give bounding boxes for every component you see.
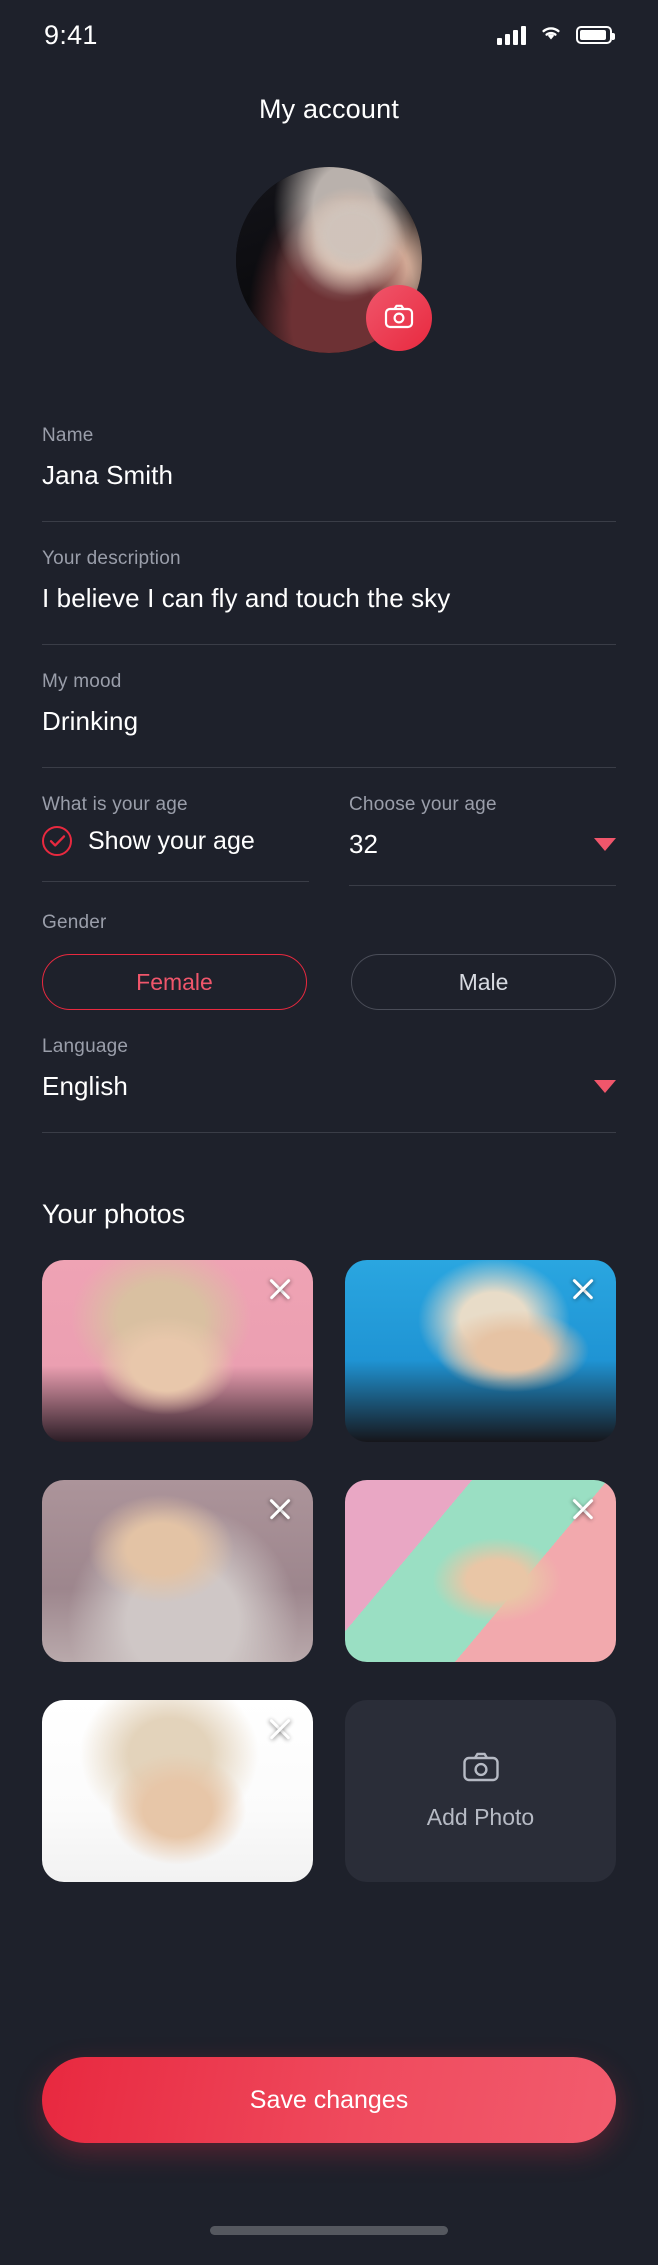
photos-section-title: Your photos [42, 1199, 186, 1229]
status-bar: 9:41 [0, 0, 658, 70]
field-choose-age-label: Choose your age [349, 794, 497, 815]
battery-icon [576, 26, 615, 44]
age-select[interactable]: 32 [349, 829, 616, 860]
close-x-icon[interactable] [568, 1494, 598, 1524]
change-avatar-button[interactable] [366, 285, 432, 351]
field-name-label: Name [42, 425, 94, 446]
field-language[interactable]: Language English [42, 1010, 616, 1133]
gender-option-male[interactable]: Male [351, 954, 616, 1010]
field-choose-age[interactable]: Choose your age 32 [349, 794, 616, 886]
page-title: My account [258, 94, 400, 124]
photo-tile[interactable] [42, 1480, 313, 1662]
language-select[interactable]: English [42, 1071, 616, 1102]
age-select-value: 32 [349, 829, 378, 859]
close-x-icon[interactable] [265, 1714, 295, 1744]
photo-tile[interactable] [345, 1480, 616, 1662]
close-x-icon[interactable] [265, 1274, 295, 1304]
field-show-age-label: What is your age [42, 794, 188, 815]
status-time: 9:41 [44, 19, 98, 50]
show-age-checkbox[interactable]: Show your age [42, 826, 309, 856]
gender-options: Female Male [42, 954, 616, 1010]
field-description-label: Your description [42, 548, 181, 569]
caret-down-icon[interactable] [594, 838, 616, 851]
caret-down-icon[interactable] [594, 1080, 616, 1093]
field-gender-label: Gender [42, 912, 107, 933]
show-age-label: Show your age [88, 826, 255, 855]
field-mood[interactable]: My mood Drinking [42, 645, 616, 768]
divider [42, 1132, 616, 1133]
check-circle-icon [42, 826, 72, 856]
wifi-icon [538, 23, 564, 47]
gender-option-female[interactable]: Female [42, 954, 307, 1010]
field-mood-label: My mood [42, 671, 122, 692]
field-show-age[interactable]: What is your age Show your age [42, 794, 309, 886]
home-indicator[interactable] [210, 2226, 448, 2235]
close-x-icon[interactable] [568, 1274, 598, 1304]
avatar [236, 167, 432, 353]
add-photo-button[interactable]: Add Photo [345, 1700, 616, 1882]
field-description-value[interactable]: I believe I can fly and touch the sky [42, 583, 616, 614]
camera-icon [462, 1751, 500, 1788]
photo-grid: Add Photo [0, 1260, 658, 1882]
field-language-label: Language [42, 1036, 129, 1057]
camera-icon [384, 303, 414, 334]
profile-form: Name Jana Smith Your description I belie… [0, 399, 658, 1133]
photo-tile[interactable] [42, 1700, 313, 1882]
field-description[interactable]: Your description I believe I can fly and… [42, 522, 616, 645]
save-changes-button[interactable]: Save changes [42, 2057, 616, 2143]
account-screen: 9:41 My account Name Jana Smith Your des… [0, 0, 658, 2265]
add-photo-label: Add Photo [426, 1804, 535, 1830]
language-select-value: English [42, 1071, 128, 1101]
photo-tile[interactable] [345, 1260, 616, 1442]
field-name[interactable]: Name Jana Smith [42, 399, 616, 522]
photo-tile[interactable] [42, 1260, 313, 1442]
cellular-signal-icon [497, 25, 526, 45]
divider [349, 885, 616, 886]
divider [42, 881, 309, 882]
field-mood-value[interactable]: Drinking [42, 706, 616, 737]
field-name-value[interactable]: Jana Smith [42, 460, 616, 491]
close-x-icon[interactable] [265, 1494, 295, 1524]
status-icons [497, 23, 615, 47]
field-gender: Gender Female Male [42, 886, 616, 1010]
age-row: What is your age Show your age Choose yo… [42, 768, 616, 886]
